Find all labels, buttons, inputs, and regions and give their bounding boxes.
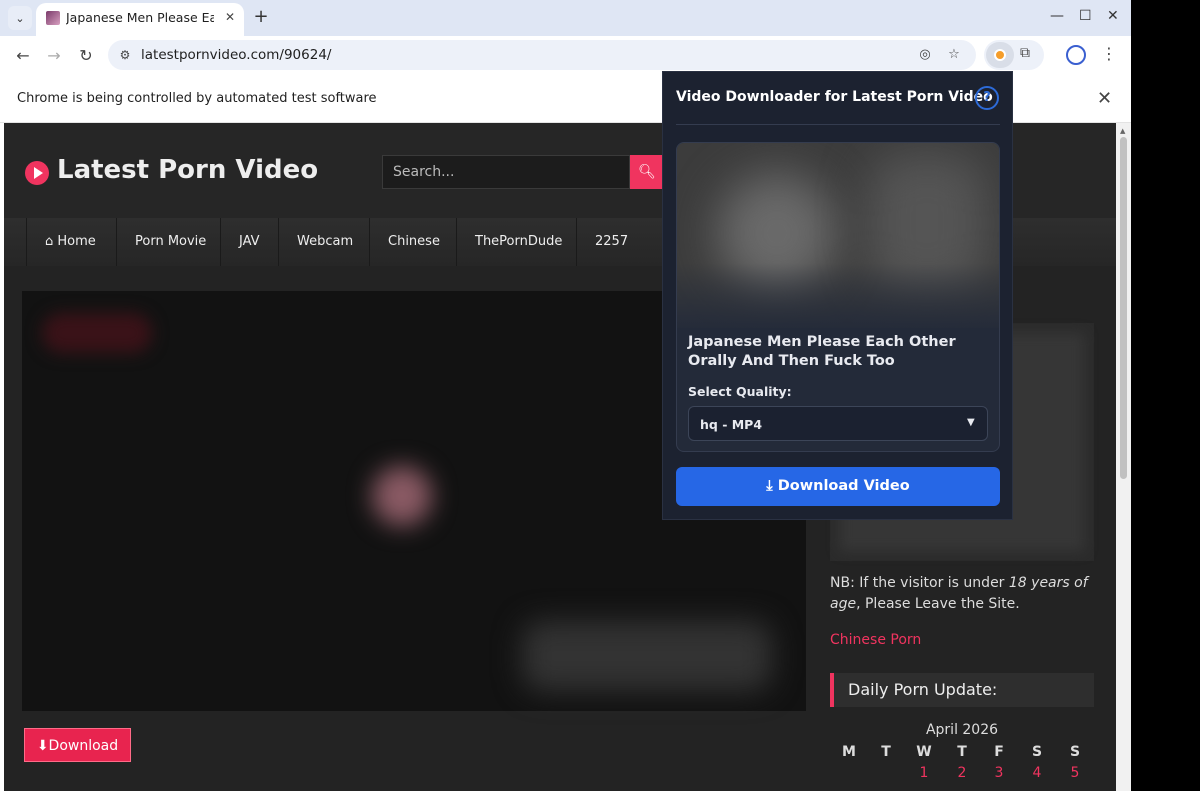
weekday-label: F — [994, 744, 1004, 760]
active-tab[interactable]: Japanese Men Please Each Other Orally An… — [36, 3, 244, 36]
site-logo[interactable]: Latest Porn Video — [57, 155, 318, 185]
quality-select[interactable]: hq - MP4 ▼ — [688, 406, 988, 441]
calendar-week-row: 1 2 3 4 5 — [830, 765, 1094, 785]
download-button[interactable]: ⬇Download — [24, 728, 131, 762]
minimize-button[interactable]: — — [1050, 8, 1064, 24]
nav-item-home[interactable]: ⌂ Home — [26, 218, 114, 266]
weekday-label: S — [1031, 744, 1043, 760]
url-text[interactable]: latestpornvideo.com/90624/ — [141, 47, 331, 63]
daily-update-text: Daily Porn Update: — [848, 680, 998, 699]
new-tab-button[interactable]: + — [251, 6, 271, 30]
calendar-day-link[interactable]: 5 — [1056, 765, 1094, 781]
video-title: Japanese Men Please Each Other Orally An… — [688, 334, 956, 369]
chinese-porn-link[interactable]: Chinese Porn — [830, 632, 921, 648]
calendar-day-link[interactable]: 4 — [1018, 765, 1056, 781]
desktop-background — [1131, 0, 1200, 791]
page-scrollbar[interactable]: ▲ — [1116, 123, 1131, 791]
age-notice-suffix: , Please Leave the Site. — [856, 596, 1020, 612]
nav-item-webcam[interactable]: Webcam — [278, 218, 371, 266]
browser-toolbar: ← → ↻ ⚙ latestpornvideo.com/90624/ ◎ ☆ ⧉… — [0, 36, 1131, 76]
help-icon[interactable]: ? — [975, 86, 999, 110]
chevron-down-icon: ▼ — [967, 417, 975, 428]
scroll-up-arrow-icon[interactable]: ▲ — [1120, 127, 1125, 135]
nav-item-porn-movie[interactable]: Porn Movie — [116, 218, 224, 266]
nav-item-2257[interactable]: 2257 — [576, 218, 646, 266]
bookmark-star-icon[interactable]: ☆ — [945, 46, 963, 64]
calendar-weekdays: M T W T F S S — [830, 744, 1094, 764]
weekday-label: T — [957, 744, 967, 760]
window-close-button[interactable]: ✕ — [1107, 8, 1119, 24]
age-notice: NB: If the visitor is under 18 years of … — [830, 573, 1100, 615]
download-icon: ⤓ — [766, 478, 778, 494]
forward-icon[interactable]: → — [43, 45, 65, 67]
calendar-day-link[interactable]: 1 — [905, 765, 943, 781]
search-icon[interactable]: 🔍︎ — [630, 155, 664, 189]
profile-icon[interactable] — [1066, 45, 1086, 65]
calendar-month: April 2026 — [925, 722, 999, 738]
popup-divider — [676, 124, 1000, 125]
tab-close-icon[interactable]: ✕ — [221, 8, 239, 26]
infobar-text: Chrome is being controlled by automated … — [17, 91, 377, 106]
site-info-icon[interactable]: ⚙ — [117, 47, 133, 63]
favicon-icon — [46, 11, 60, 25]
scroll-thumb[interactable] — [1120, 137, 1127, 479]
video-card: Japanese Men Please Each Other Orally An… — [676, 142, 1000, 452]
blurred-area — [372, 466, 432, 526]
video-downloader-popup: Video Downloader for Latest Porn Video ?… — [662, 71, 1013, 520]
download-video-label: Download Video — [777, 478, 910, 494]
back-icon[interactable]: ← — [12, 45, 34, 67]
nav-item-chinese[interactable]: Chinese — [369, 218, 458, 266]
address-bar[interactable]: ⚙ latestpornvideo.com/90624/ ◎ ☆ — [108, 40, 976, 70]
popup-title: Video Downloader for Latest Porn Video — [676, 89, 993, 105]
blurred-area — [42, 313, 152, 353]
thumbnail-fade — [677, 263, 999, 333]
nav-label: Home — [57, 234, 96, 249]
weekday-label: W — [916, 744, 932, 760]
extensions-area: ⧉ — [984, 40, 1044, 70]
search-input[interactable] — [383, 156, 629, 188]
age-notice-prefix: NB: If the visitor is under — [830, 575, 1009, 591]
browser-window: ⌄ Japanese Men Please Each Other Orally … — [0, 0, 1131, 791]
menu-kebab-icon[interactable]: ⋮ — [1101, 44, 1117, 63]
weekday-label: T — [881, 744, 891, 760]
quality-label: Select Quality: — [688, 384, 792, 399]
extension-icon — [994, 49, 1006, 61]
calendar-day-link[interactable]: 3 — [980, 765, 1018, 781]
search-box — [382, 155, 630, 189]
tab-search-button[interactable]: ⌄ — [8, 6, 32, 30]
calendar-day-link[interactable]: 2 — [943, 765, 981, 781]
play-logo-icon[interactable] — [25, 161, 49, 185]
tab-title: Japanese Men Please Each Other Orally An… — [66, 10, 214, 25]
home-icon: ⌂ — [45, 234, 58, 249]
download-video-button[interactable]: ⤓ Download Video — [676, 467, 1000, 506]
eye-off-icon[interactable]: ◎ — [916, 46, 934, 64]
tab-bar: ⌄ Japanese Men Please Each Other Orally … — [0, 0, 1131, 36]
infobar-close-icon[interactable]: ✕ — [1097, 88, 1112, 109]
quality-value: hq - MP4 — [700, 417, 763, 432]
weekday-label: S — [1069, 744, 1081, 760]
video-downloader-extension-button[interactable] — [986, 42, 1014, 68]
maximize-button[interactable]: ☐ — [1079, 8, 1092, 24]
puzzle-icon[interactable]: ⧉ — [1020, 45, 1030, 61]
reload-icon[interactable]: ↻ — [75, 45, 97, 67]
daily-update-heading: Daily Porn Update: — [830, 673, 1094, 707]
blurred-area — [522, 621, 772, 691]
nav-item-theporndude[interactable]: ThePornDude — [456, 218, 580, 266]
weekday-label: M — [842, 744, 856, 760]
nav-item-jav[interactable]: JAV — [220, 218, 278, 266]
